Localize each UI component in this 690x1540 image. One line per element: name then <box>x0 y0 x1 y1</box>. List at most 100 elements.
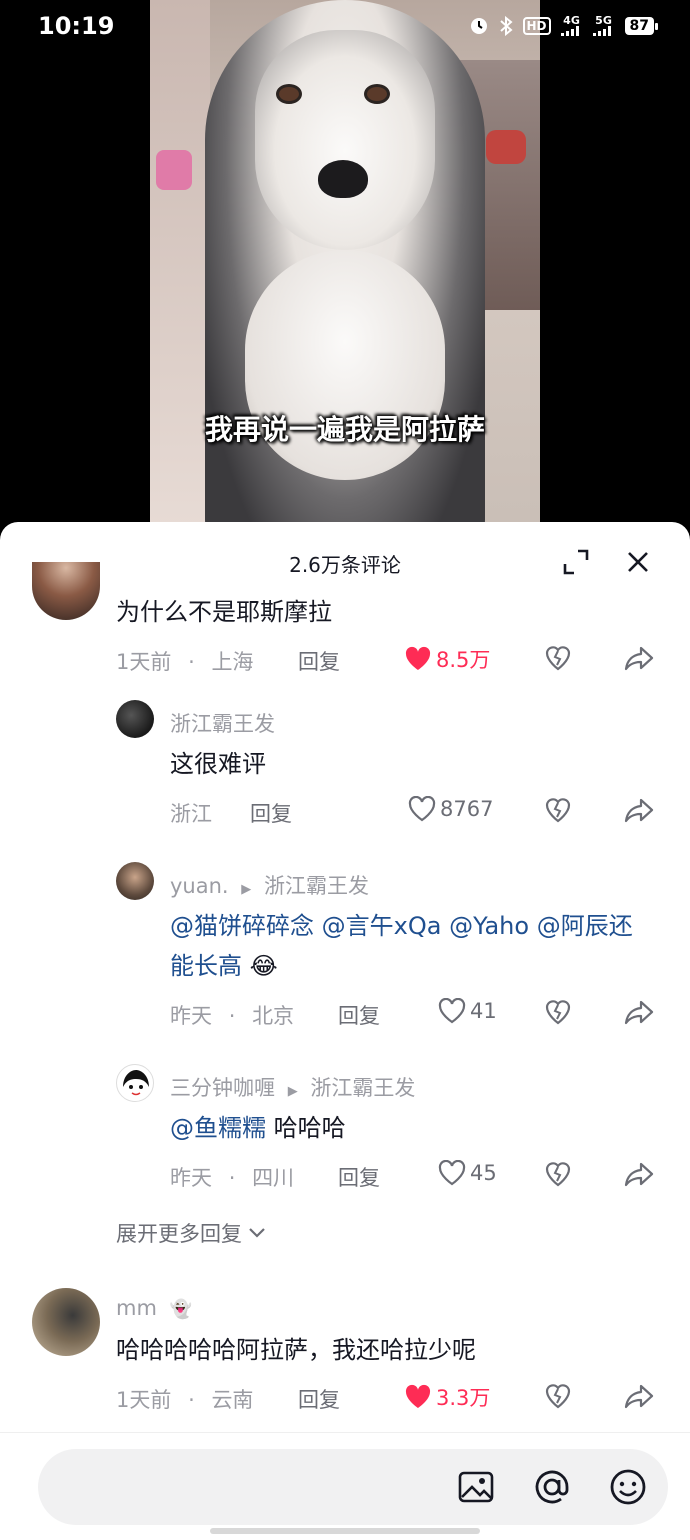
comment-meta: 1天前 · 上海 <box>116 646 253 676</box>
avatar[interactable] <box>32 1288 100 1356</box>
like-button[interactable]: 3.3万 <box>404 1382 490 1412</box>
dog-eye <box>364 84 390 104</box>
comment-meta: 1天前 · 云南 <box>116 1384 253 1414</box>
status-icons: HD 4G 5G 87 <box>469 14 659 36</box>
reply-button[interactable]: 回复 <box>338 1162 380 1192</box>
avatar[interactable] <box>116 1064 154 1102</box>
mention-link[interactable]: @言午xQa <box>322 912 442 940</box>
commenter-name[interactable]: 浙江霸王发 <box>170 708 275 738</box>
like-count: 45 <box>470 1161 497 1185</box>
like-button[interactable]: 41 <box>438 998 497 1024</box>
comment-input-area <box>0 1432 690 1540</box>
comment-time: 1天前 <box>116 1388 172 1412</box>
signal-4g: 4G <box>560 14 583 36</box>
at-icon <box>535 1470 569 1504</box>
comment-location: 四川 <box>252 1166 295 1190</box>
expand-icon <box>563 549 589 575</box>
reply-button[interactable]: 回复 <box>298 1384 340 1414</box>
dislike-icon <box>545 1162 571 1187</box>
mention-link[interactable]: @猫饼碎碎念 <box>170 912 314 940</box>
comment-meta: 昨天 · 四川 <box>170 1162 294 1192</box>
emoji-button[interactable] <box>608 1467 648 1507</box>
expand-button[interactable] <box>560 546 592 578</box>
expand-more-replies-label: 展开更多回复 <box>116 1222 242 1246</box>
dislike-button[interactable] <box>544 1160 572 1188</box>
comment-time: 1天前 <box>116 650 172 674</box>
reply-to-name[interactable]: 浙江霸王发 <box>264 874 369 898</box>
commenter-name[interactable]: mm <box>116 1296 157 1320</box>
video-background <box>150 0 210 540</box>
like-count: 41 <box>470 999 497 1023</box>
heart-icon <box>405 646 431 670</box>
close-button[interactable] <box>622 546 654 578</box>
like-count: 3.3万 <box>436 1386 491 1410</box>
share-icon <box>624 1384 654 1409</box>
comment-input[interactable] <box>38 1449 668 1525</box>
heart-icon <box>438 998 466 1024</box>
dislike-button[interactable] <box>544 644 572 672</box>
share-button[interactable] <box>624 644 654 672</box>
video-toy <box>156 150 192 190</box>
share-button[interactable] <box>624 998 654 1026</box>
share-icon <box>624 1162 654 1187</box>
chevron-down-icon <box>249 1228 265 1238</box>
reply-to-name[interactable]: 浙江霸王发 <box>310 1076 415 1100</box>
mention-button[interactable] <box>532 1467 572 1507</box>
dislike-icon <box>545 646 571 671</box>
dislike-icon <box>545 798 571 823</box>
commenter-name[interactable]: yuan. <box>170 874 229 898</box>
like-count: 8.5万 <box>436 648 491 672</box>
dislike-button[interactable] <box>544 796 572 824</box>
share-icon <box>624 1000 654 1025</box>
heart-icon <box>438 1160 466 1186</box>
signal-5g-label: 5G <box>595 14 612 27</box>
commenter-name[interactable]: 三分钟咖喱 <box>170 1076 275 1100</box>
commenter-name-line: yuan. ▶ 浙江霸王发 <box>170 870 369 900</box>
like-button[interactable]: 8767 <box>408 796 493 822</box>
reply-button[interactable]: 回复 <box>250 798 292 828</box>
meta-separator: · <box>228 1004 236 1028</box>
dislike-icon <box>545 1000 571 1025</box>
video-toy <box>486 130 526 164</box>
mention-link[interactable]: @Yaho <box>449 912 529 940</box>
reply-button[interactable]: 回复 <box>298 646 340 676</box>
signal-5g: 5G <box>592 14 615 36</box>
expand-more-replies[interactable]: 展开更多回复 <box>116 1218 266 1248</box>
like-button[interactable]: 45 <box>438 1160 497 1186</box>
dislike-button[interactable] <box>544 998 572 1026</box>
comment-location: 上海 <box>211 650 254 674</box>
dislike-button[interactable] <box>544 1382 572 1410</box>
share-button[interactable] <box>624 1382 654 1410</box>
share-button[interactable] <box>624 796 654 824</box>
ghost-emoji: 👻 <box>169 1299 193 1320</box>
mention-link[interactable]: @鱼糯糯 <box>170 1114 266 1142</box>
comment-body: 哈哈哈 <box>273 1114 346 1142</box>
image-button[interactable] <box>456 1467 496 1507</box>
video-player[interactable]: 我再说一遍我是阿拉萨 <box>150 0 540 540</box>
reply-arrow-icon: ▶ <box>287 1084 298 1099</box>
commenter-name-line: 三分钟咖喱 ▶ 浙江霸王发 <box>170 1072 415 1102</box>
avatar[interactable] <box>32 562 100 620</box>
reply-button[interactable]: 回复 <box>338 1000 380 1030</box>
status-time: 10:19 <box>38 12 115 40</box>
home-indicator[interactable] <box>210 1528 480 1534</box>
signal-4g-label: 4G <box>563 14 580 27</box>
comment-text: 哈哈哈哈哈阿拉萨，我还哈拉少呢 <box>116 1336 476 1364</box>
share-button[interactable] <box>624 1160 654 1188</box>
close-icon <box>628 552 648 572</box>
image-icon <box>458 1471 494 1503</box>
comment-location: 浙江 <box>170 802 212 826</box>
comment-time: 昨天 <box>170 1004 212 1028</box>
like-button[interactable]: 8.5万 <box>404 644 490 674</box>
laughing-emoji: 😂 <box>249 952 278 980</box>
comment-meta: 昨天 · 北京 <box>170 1000 294 1030</box>
avatar[interactable] <box>116 700 154 738</box>
dog-nose <box>318 160 368 198</box>
video-subtitle: 我再说一遍我是阿拉萨 <box>204 413 485 446</box>
comment-time: 昨天 <box>170 1166 212 1190</box>
comment-location: 云南 <box>211 1388 254 1412</box>
meta-separator: · <box>188 650 195 674</box>
dog-eye <box>276 84 302 104</box>
comment-text: 这很难评 <box>170 750 266 778</box>
avatar[interactable] <box>116 862 154 900</box>
